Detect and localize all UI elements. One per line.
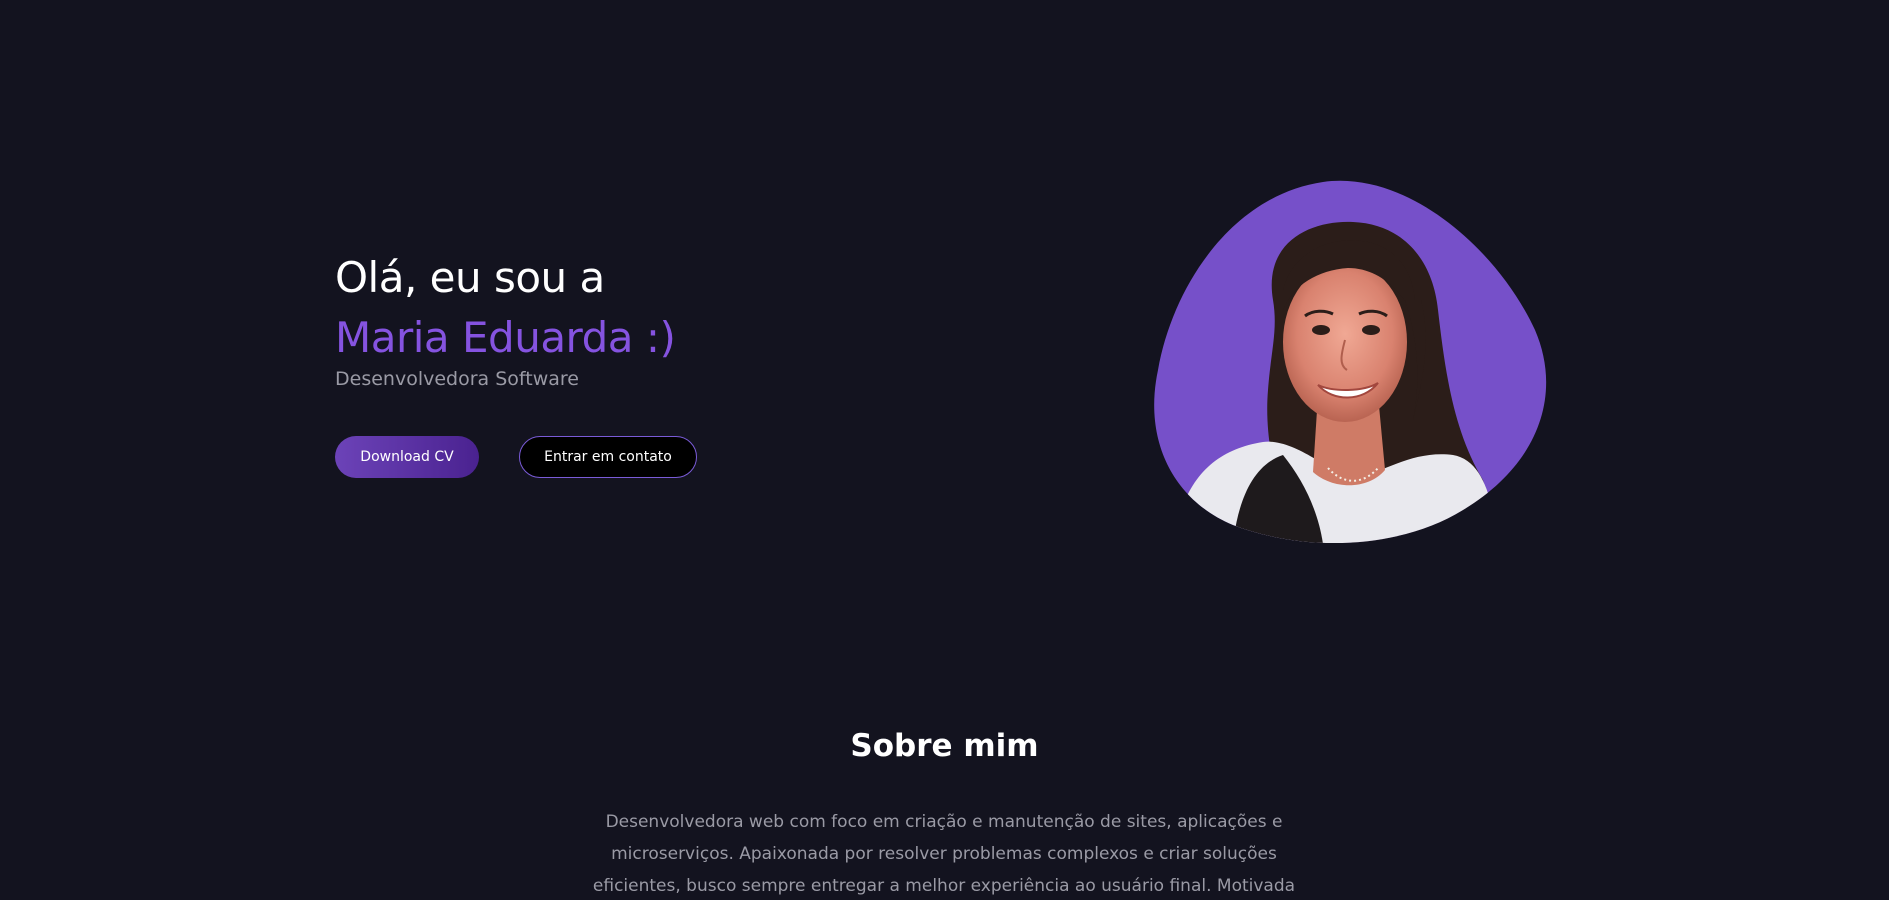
about-text: Desenvolvedora web com foco em criação e… xyxy=(592,812,1296,896)
portfolio-page: Olá, eu sou a Maria Eduarda :) Desenvolv… xyxy=(0,0,1889,900)
hero-role: Desenvolvedora Software xyxy=(335,368,579,390)
profile-photo-blob xyxy=(1154,180,1547,544)
hero-name: Maria Eduarda :) xyxy=(335,313,676,362)
download-cv-button[interactable]: Download CV xyxy=(335,436,479,478)
hero-greeting: Olá, eu sou a xyxy=(335,253,605,302)
hero-buttons: Download CV Entrar em contato xyxy=(335,436,697,478)
hero-text: Olá, eu sou a Maria Eduarda :) Desenvolv… xyxy=(335,250,855,392)
about-title: Sobre mim xyxy=(850,728,1039,764)
contact-button[interactable]: Entrar em contato xyxy=(519,436,697,478)
profile-photo xyxy=(1153,180,1548,544)
